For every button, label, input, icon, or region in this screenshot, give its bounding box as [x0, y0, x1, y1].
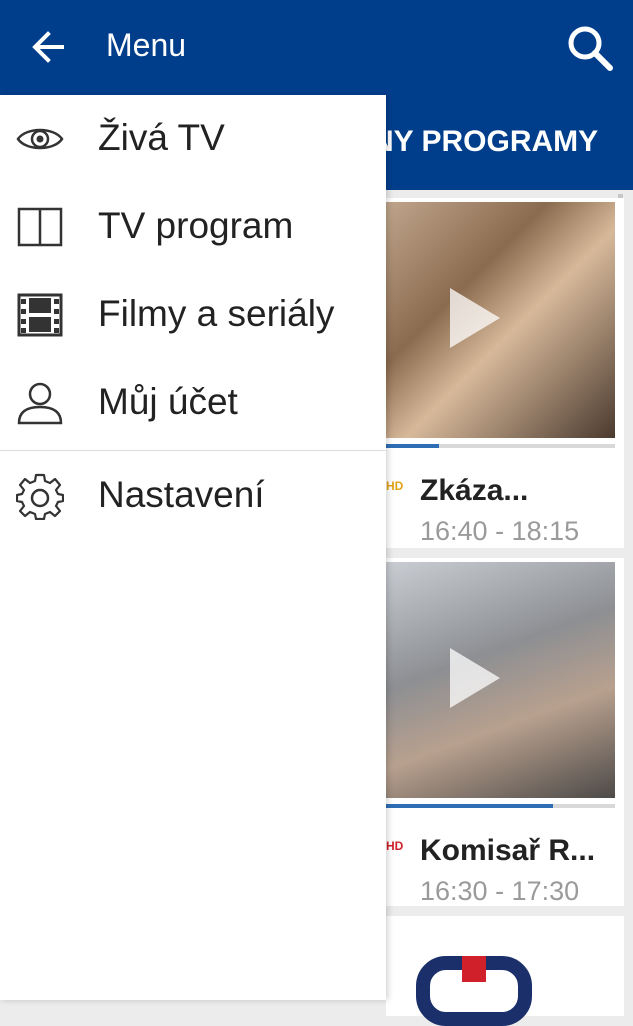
menu-item-label: TV program: [98, 205, 294, 246]
navigation-drawer: Živá TV TV program Filmy a seriály Můj ú…: [0, 95, 386, 1000]
menu-item-label: Živá TV: [98, 117, 225, 158]
menu-item-label: Nastavení: [98, 474, 265, 515]
menu-item-movies-series[interactable]: Filmy a seriály: [0, 271, 386, 359]
eye-icon: [16, 115, 64, 163]
menu-item-label: Můj účet: [98, 381, 238, 422]
gear-icon: [15, 472, 65, 521]
menu-item-my-account[interactable]: Můj účet: [0, 359, 386, 447]
menu-item-label: Filmy a seriály: [98, 293, 335, 334]
user-icon: [16, 379, 64, 427]
book-icon: [16, 203, 64, 251]
menu-item-settings[interactable]: Nastavení: [0, 452, 386, 540]
menu-item-tv-program[interactable]: TV program: [0, 183, 386, 271]
menu-item-live-tv[interactable]: Živá TV: [0, 95, 386, 183]
film-icon: [16, 291, 64, 339]
divider: [0, 450, 386, 451]
